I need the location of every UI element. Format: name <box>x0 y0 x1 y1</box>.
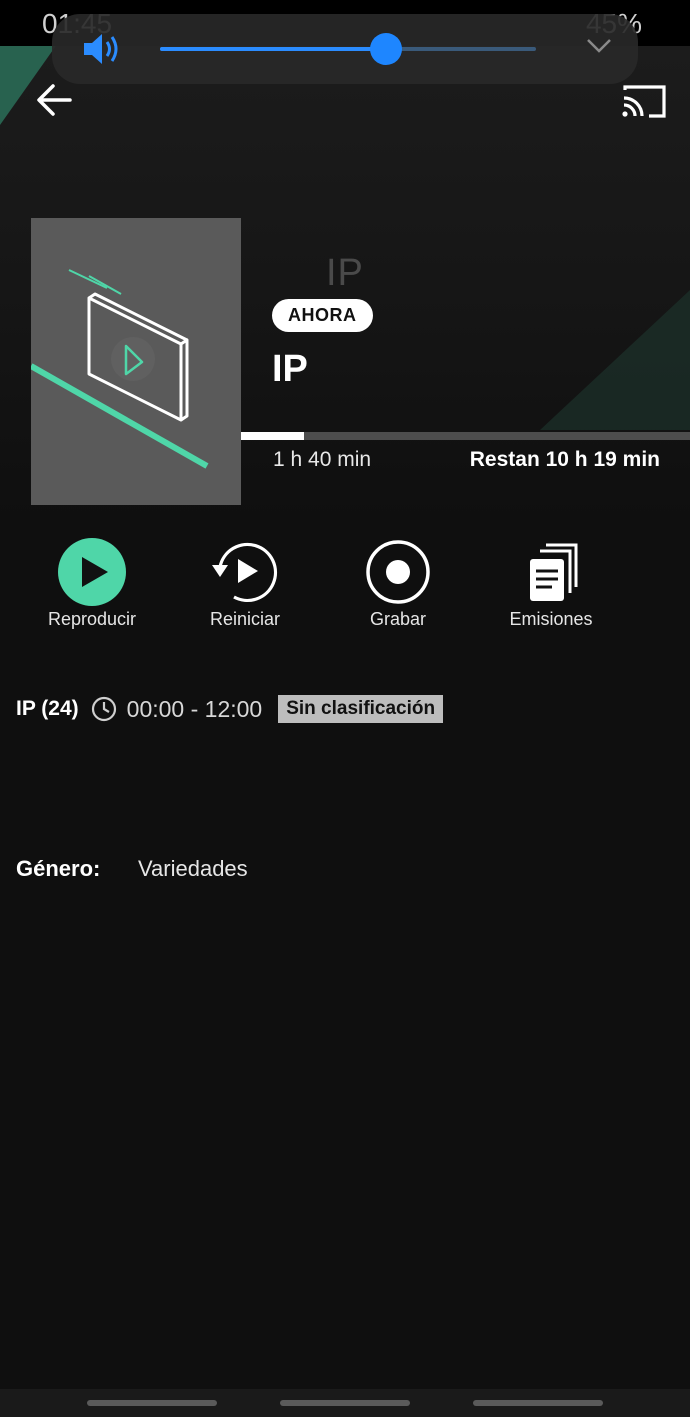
record-button-label: Grabar <box>369 609 427 629</box>
channel-name: IP (24) <box>16 697 79 720</box>
play-icon <box>58 538 126 606</box>
program-thumbnail <box>31 218 241 505</box>
nav-back-button[interactable] <box>473 1400 603 1406</box>
chevron-down-icon[interactable] <box>586 38 612 54</box>
record-icon <box>366 540 430 604</box>
speaker-icon[interactable] <box>82 32 122 66</box>
time-range: 00:00 - 12:00 <box>126 695 263 722</box>
program-info-row: IP (24) 00:00 - 12:00 Sin clasificación <box>16 692 444 726</box>
restart-icon <box>212 542 278 603</box>
episodes-button[interactable]: Emisiones <box>476 537 626 637</box>
clock-icon <box>91 696 116 722</box>
episodes-icon <box>530 543 578 601</box>
genre-value: Variedades <box>138 856 248 881</box>
program-title: IP <box>272 348 308 390</box>
volume-slider-fill <box>160 47 386 51</box>
restart-button-label: Reiniciar <box>209 609 281 629</box>
decor-triangle-right <box>540 290 690 430</box>
elapsed-time: 1 h 40 min <box>273 448 372 471</box>
rating-badge: Sin clasificación <box>278 695 444 723</box>
play-button[interactable]: Reproducir <box>17 537 167 637</box>
arrow-left-icon[interactable] <box>36 82 72 118</box>
nav-home-button[interactable] <box>280 1400 410 1406</box>
program-detail-screen: 01:45 45% <box>0 0 690 1417</box>
tv-placeholder-icon <box>31 269 209 469</box>
channel-logo: IP <box>326 252 364 294</box>
navigation-bar <box>0 1389 690 1417</box>
program-progress-bar <box>241 432 690 440</box>
volume-slider[interactable] <box>160 33 536 65</box>
play-button-label: Reproducir <box>47 609 137 629</box>
record-button[interactable]: Grabar <box>323 537 473 637</box>
volume-slider-thumb[interactable] <box>369 33 402 65</box>
remaining-time: Restan 10 h 19 min <box>469 448 660 471</box>
volume-panel <box>52 14 638 84</box>
now-badge: AHORA <box>272 299 373 332</box>
cast-icon[interactable] <box>621 84 667 118</box>
nav-recents-button[interactable] <box>87 1400 217 1406</box>
restart-button[interactable]: Reiniciar <box>170 537 320 637</box>
episodes-button-label: Emisiones <box>509 609 593 629</box>
program-progress-fill <box>241 432 304 440</box>
genre-label: Género: <box>16 856 101 881</box>
